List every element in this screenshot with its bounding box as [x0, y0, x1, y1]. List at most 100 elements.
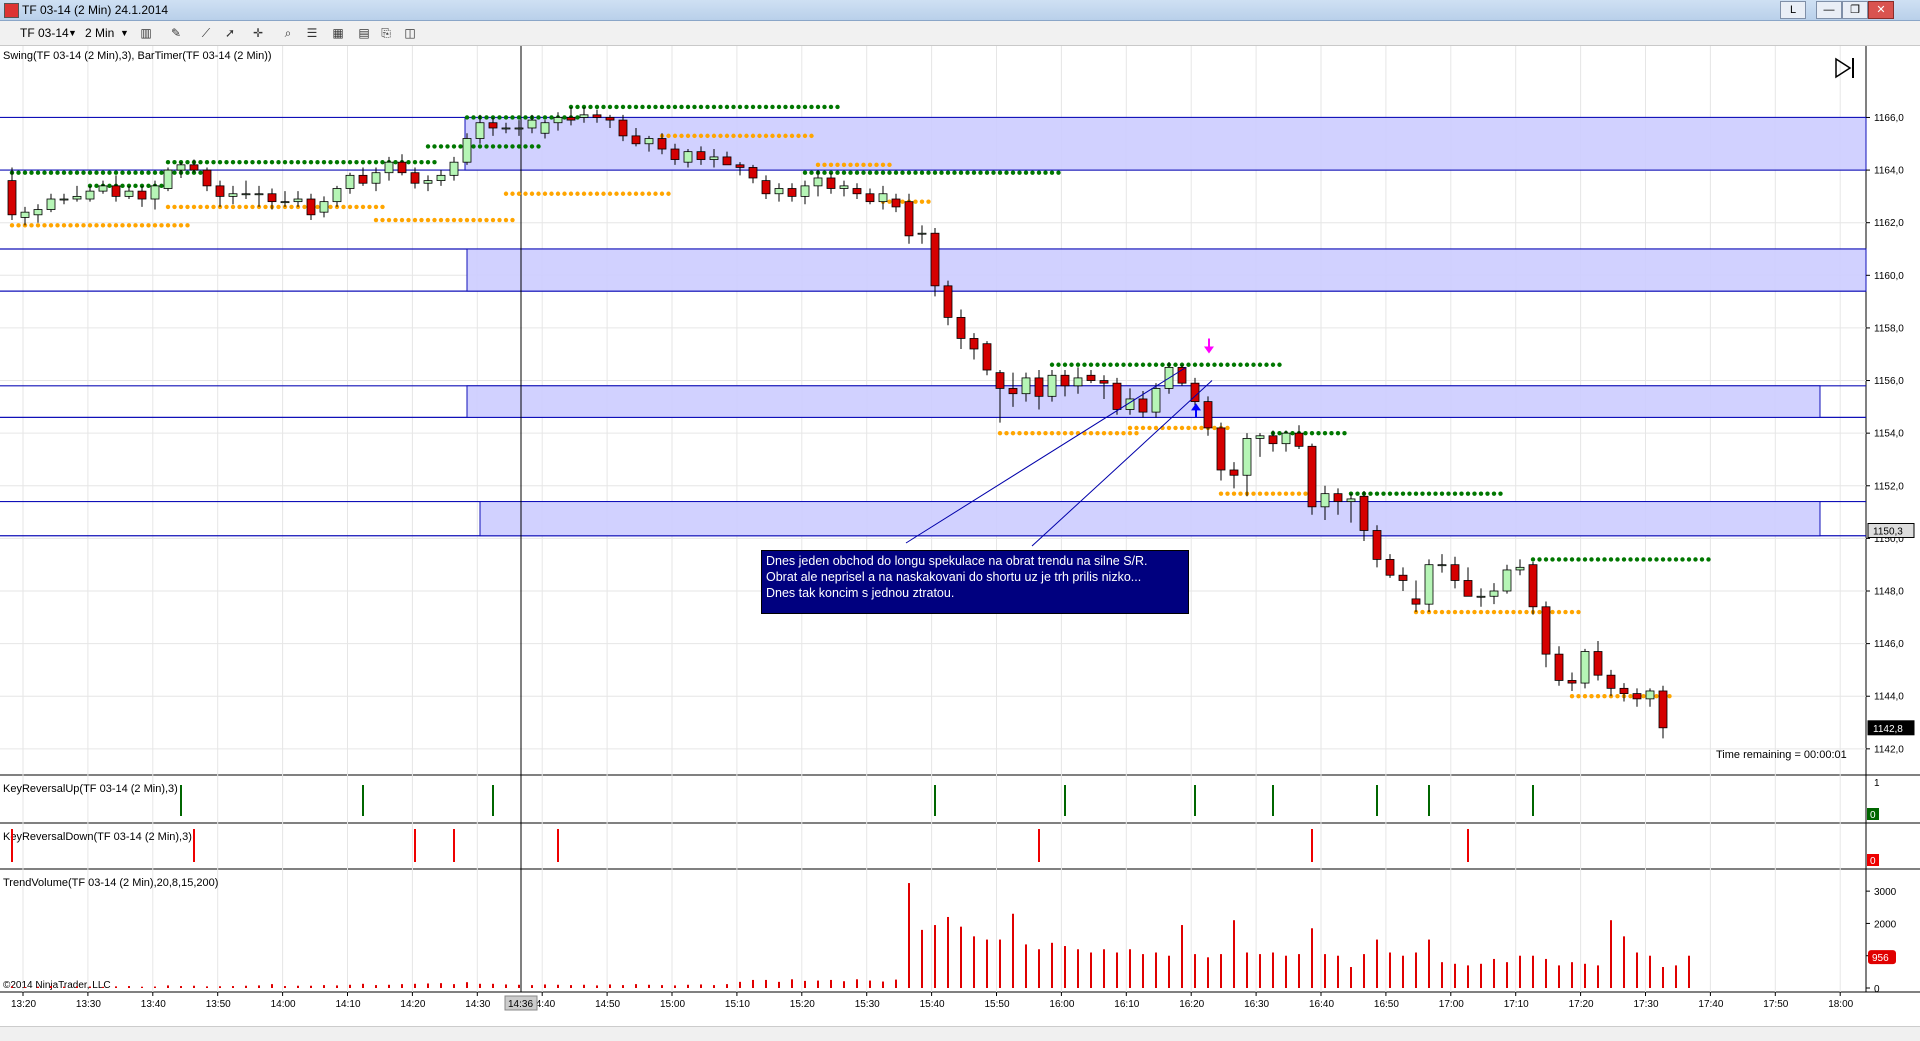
strategy-icon[interactable]: ▦ — [330, 25, 346, 41]
export-icon[interactable]: ⎘ — [378, 25, 394, 41]
annotation-line: Dnes jeden obchod do longu spekulace na … — [766, 554, 1148, 568]
swing-high-dot — [1413, 491, 1419, 496]
swing-low-dot — [159, 223, 164, 228]
swing-low-dot — [880, 162, 886, 168]
swing-high-dot — [672, 104, 678, 110]
time-tick-label: 16:30 — [1244, 999, 1269, 1010]
zoom-icon[interactable]: ⌕ — [280, 25, 296, 41]
swing-low-dot — [458, 217, 463, 223]
data-box-icon[interactable]: ▤ — [356, 25, 372, 41]
copyright-label: ©2014 NinjaTrader, LLC — [3, 980, 111, 991]
swing-low-dot — [1049, 430, 1055, 436]
swing-low-dot — [1218, 491, 1224, 496]
swing-high-dot — [1381, 491, 1386, 496]
price-panel-label: Swing(TF 03-14 (2 Min),3), BarTimer(TF 0… — [3, 50, 272, 62]
swing-high-dot — [1550, 557, 1555, 562]
swing-low-dot — [750, 133, 756, 139]
swing-high-dot — [1647, 557, 1653, 562]
swing-high-dot — [1556, 557, 1562, 562]
swing-high-dot — [497, 115, 502, 120]
swing-low-dot — [471, 217, 476, 223]
swing-high-dot — [997, 170, 1003, 175]
time-tick-label: 16:40 — [1309, 999, 1334, 1010]
swing-high-dot — [542, 115, 548, 120]
arrow-tool-icon[interactable]: ➚ — [222, 25, 238, 41]
candle — [878, 193, 888, 203]
swing-high-dot — [1420, 491, 1425, 496]
swing-low-dot — [1173, 425, 1178, 431]
candle — [1060, 374, 1070, 387]
instrument-selector[interactable]: TF 03-14 — [20, 25, 69, 41]
swing-low-dot — [367, 204, 372, 210]
swing-low-dot — [607, 191, 613, 196]
candle — [150, 185, 160, 200]
swing-high-dot — [718, 104, 723, 110]
swing-low-dot — [672, 133, 678, 139]
swing-high-dot — [523, 144, 528, 149]
candle — [189, 164, 199, 171]
interval-selector[interactable]: 2 Min — [85, 25, 114, 41]
swing-low-dot — [1576, 694, 1581, 699]
swing-low-dot — [1127, 430, 1133, 436]
maximize-button[interactable]: ❐ — [1842, 1, 1868, 19]
crosshair-icon[interactable]: ✛ — [250, 25, 266, 41]
swing-low-dot — [1199, 425, 1204, 431]
chart-toolbar: TF 03-14 ▼ 2 Min ▼ ▥ ✎ ⟋ ➚ ✛ ⌕ ☰ ▦ ▤ ⎘ ◫ — [0, 21, 1920, 46]
swing-high-dot — [373, 159, 379, 165]
swing-high-dot — [68, 170, 73, 175]
swing-high-dot — [1023, 170, 1029, 175]
swing-high-dot — [965, 170, 970, 175]
swing-high-dot — [666, 104, 671, 110]
kru-tick-label: 1 — [1874, 778, 1880, 789]
bar-chart-icon[interactable]: ▥ — [138, 25, 154, 41]
chart-area[interactable]: 1142,01144,01146,01148,01150,01152,01154… — [0, 46, 1920, 1026]
swing-low-dot — [1582, 694, 1588, 699]
swing-low-dot — [1485, 609, 1490, 615]
swing-high-dot — [159, 170, 164, 175]
time-tick-label: 16:20 — [1179, 999, 1204, 1010]
swing-low-dot — [588, 191, 593, 196]
swing-low-dot — [289, 204, 294, 210]
candle — [1359, 495, 1369, 531]
swing-high-dot — [1056, 170, 1061, 175]
time-tick-label: 14:00 — [271, 999, 296, 1010]
swing-high-dot — [211, 159, 216, 165]
swing-low-dot — [627, 191, 632, 196]
swing-low-dot — [484, 217, 489, 223]
interval-dropdown-icon[interactable]: ▼ — [120, 25, 129, 41]
swing-low-dot — [113, 223, 119, 228]
swing-low-dot — [1550, 609, 1555, 615]
swing-high-dot — [510, 115, 515, 120]
swing-low-dot — [776, 133, 782, 139]
indicator-icon[interactable]: ◫ — [402, 25, 418, 41]
swing-high-dot — [250, 159, 255, 165]
swing-low-dot — [120, 223, 125, 228]
swing-high-dot — [854, 170, 860, 175]
pencil-icon[interactable]: ✎ — [168, 25, 184, 41]
candle — [514, 127, 524, 130]
candle — [488, 122, 498, 129]
swing-low-dot — [1095, 430, 1100, 436]
minimize-button[interactable]: — — [1816, 1, 1842, 19]
properties-icon[interactable]: ☰ — [304, 25, 320, 41]
swing-low-dot — [529, 191, 535, 196]
swing-high-dot — [1478, 491, 1484, 496]
instrument-dropdown-icon[interactable]: ▼ — [68, 25, 77, 41]
swing-high-dot — [1374, 491, 1380, 496]
line-tool-icon[interactable]: ⟋ — [198, 25, 214, 41]
horizontal-scrollbar[interactable] — [0, 1026, 1920, 1041]
swing-low-dot — [328, 204, 333, 210]
candle — [1333, 493, 1343, 502]
close-button[interactable]: ✕ — [1868, 1, 1894, 19]
time-tick-label: 14:30 — [465, 999, 490, 1010]
swing-high-dot — [1062, 362, 1068, 367]
volume-panel-label: TrendVolume(TF 03-14 (2 Min),20,8,15,200… — [3, 877, 218, 889]
swing-high-dot — [159, 183, 164, 189]
swing-high-dot — [1628, 557, 1633, 562]
swing-low-dot — [620, 191, 626, 196]
annotation-note[interactable]: Dnes jeden obchod do longu spekulace na … — [761, 550, 1189, 614]
swing-high-dot — [1654, 557, 1659, 562]
swing-high-dot — [1004, 170, 1009, 175]
link-button[interactable]: L — [1780, 1, 1806, 19]
swing-low-dot — [35, 223, 41, 228]
